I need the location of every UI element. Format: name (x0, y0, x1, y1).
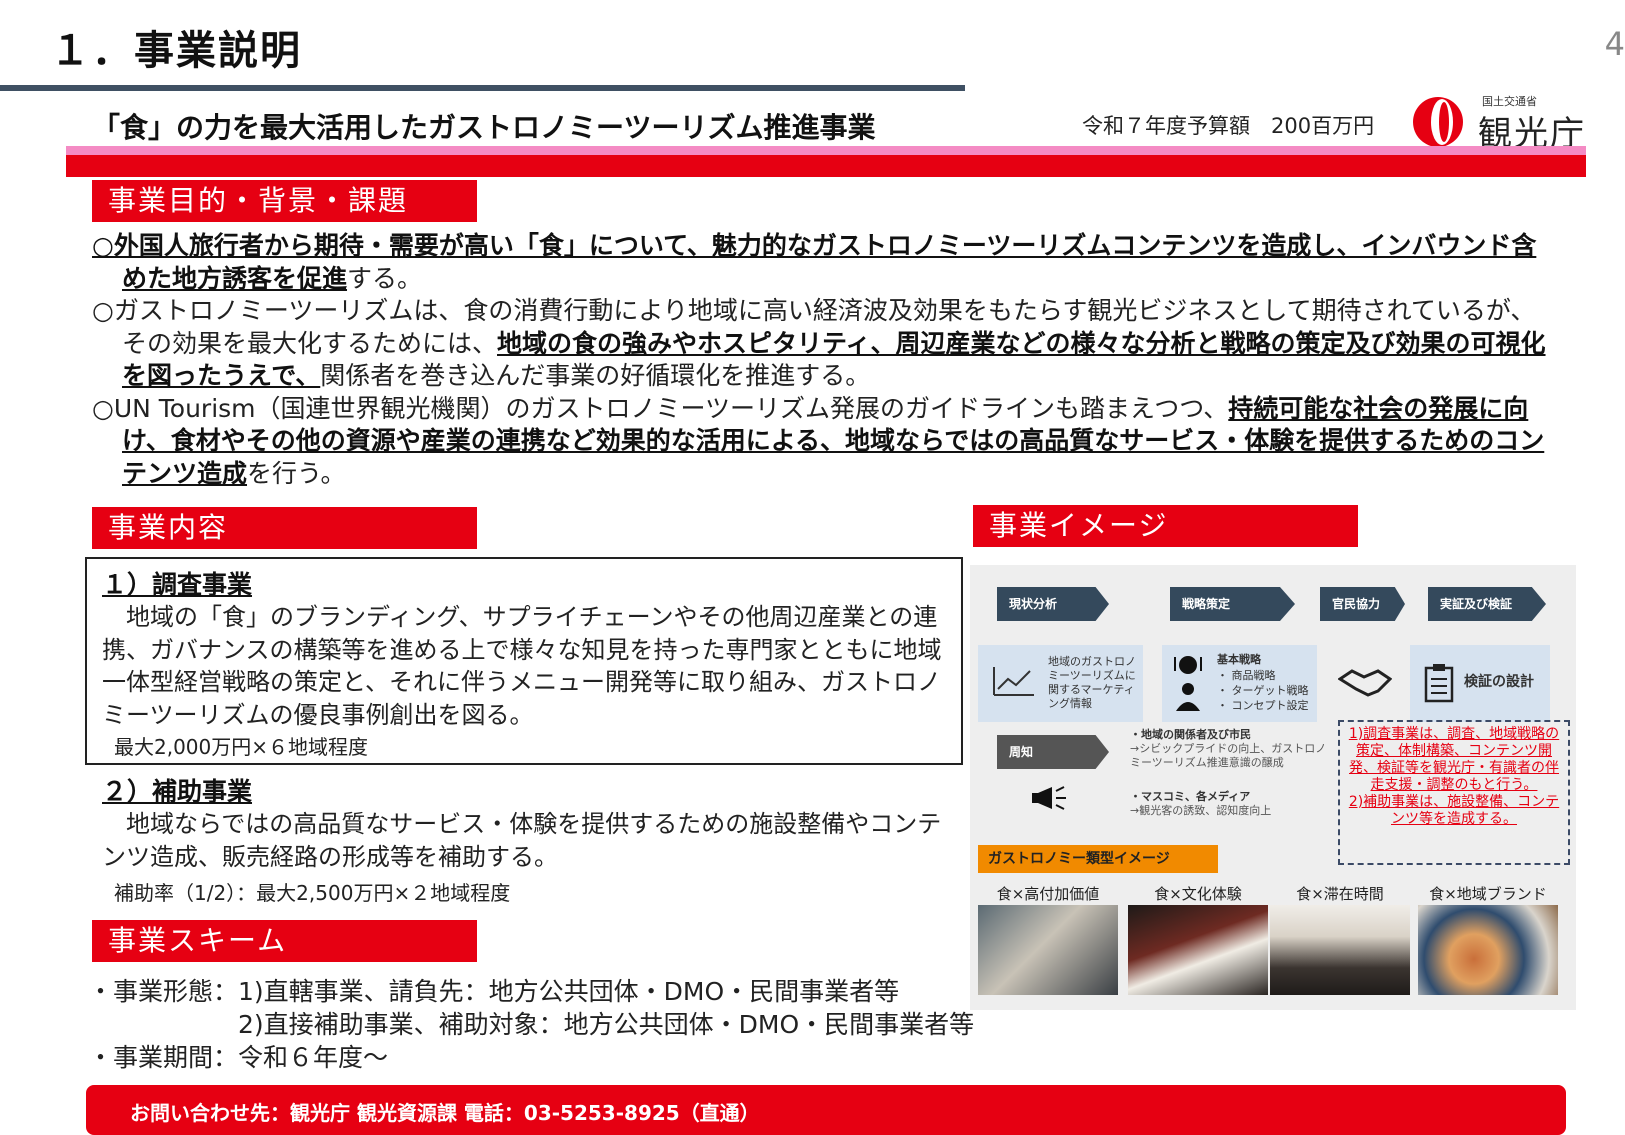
megaphone-icon (1032, 786, 1066, 810)
step-public-private: 官民協力 (1320, 587, 1405, 621)
subsidy-project: ２）補助事業 地域ならではの高品質なサービス・体験を提供するための施設整備やコン… (102, 772, 952, 906)
tile-basic-strategy: 基本戦略 ・ 商品戦略 ・ ターゲット戦略 ・ コンセプト設定 (1162, 645, 1317, 722)
title-band-pink (66, 146, 1586, 155)
tile-strategy-item-1: ・ 商品戦略 (1217, 669, 1276, 682)
purpose-paragraph-1: ○外国人旅行者から期待・需要が高い「食」について、魅力的なガストロノミーツーリズ… (92, 231, 1537, 293)
purpose-paragraph-3: ○UN Tourism（国連世界観光機関）のガストロノミーツーリズム発展のガイド… (92, 393, 1545, 488)
photo-label-brand: 食×地域ブランド (1429, 885, 1547, 903)
dining-person-icon (1174, 656, 1202, 711)
step-verification: 実証及び検証 (1428, 587, 1546, 621)
section-header-scheme: 事業スキーム (92, 920, 477, 962)
photo-label-value: 食×高付加価値 (996, 885, 1100, 903)
survey-project: １）調査事業 地域の「食」のブランディング、サプライチェーンやその他周辺産業との… (102, 565, 952, 760)
japan-tourism-agency-logo-icon (1413, 97, 1463, 147)
section-header-content: 事業内容 (92, 507, 477, 549)
tile-verification-design: 検証の設計 (1410, 645, 1550, 722)
page-number: 4 (1604, 25, 1625, 63)
promo-text-1: ・地域の関係者及び市民 (1130, 728, 1251, 741)
clipboard-icon (1424, 664, 1454, 703)
step-current-analysis: 現状分析 (997, 587, 1109, 621)
promo-text-4: →観光客の誘致、認知度向上 (1130, 804, 1272, 817)
tile-strategy-item-2: ・ ターゲット戦略 (1217, 684, 1309, 697)
project-note-box: 1)調査事業は、調査、地域戦略の策定、体制構築、コンテンツ開発、検証等を観光庁・… (1338, 720, 1570, 865)
photo-label-culture: 食×文化体験 (1154, 885, 1242, 903)
subsidy-project-note: 補助率（1/2）：最大2,500万円×２地域程度 (114, 881, 511, 905)
step-promotion: 周知 (997, 735, 1109, 769)
contact-text: お問い合わせ先：観光庁 観光資源課 電話：03-5253-8925（直通） (130, 1101, 760, 1125)
page-title: １．事業説明 (50, 28, 302, 74)
scheme-line-3: ・事業期間：令和６年度～ (88, 1043, 389, 1072)
subsidy-project-title: ２）補助事業 (102, 777, 253, 806)
subsidy-project-body: 地域ならではの高品質なサービス・体験を提供するための施設整備やコンテンツ造成、販… (102, 810, 942, 871)
tile-marketing-text: 地域のガストロノミーツーリズムに関するマーケティング情報 (1048, 655, 1136, 710)
line-chart-icon (993, 667, 1034, 696)
agency-logo: 国土交通省 観光庁 (1408, 92, 1588, 154)
photo-label-stay: 食×滞在時間 (1296, 885, 1384, 903)
survey-project-title: １）調査事業 (102, 570, 253, 599)
photo-regional-brand-food (1418, 905, 1558, 995)
note-survey: 1)調査事業は、調査、地域戦略の策定、体制構築、コンテンツ開発、検証等を観光庁・… (1348, 726, 1560, 793)
photo-high-value-dining (978, 905, 1118, 995)
scheme-text: ・事業形態：1)直轄事業、請負先：地方公共団体・DMO・民間事業者等 2)直接補… (88, 975, 974, 1074)
heading-rule (0, 85, 965, 91)
title-band-red (66, 155, 1586, 177)
purpose-paragraph-2: ○ガストロノミーツーリズムは、食の消費行動により地域に高い経済波及効果をもたらす… (92, 296, 1546, 390)
project-title: 「食」の力を最大活用したガストロノミーツーリズム推進事業 (92, 111, 876, 144)
tile-basic-strategy-title: 基本戦略 (1217, 653, 1261, 666)
tile-marketing: 地域のガストロノミーツーリズムに関するマーケティング情報 (978, 645, 1143, 722)
tile-strategy-item-3: ・ コンセプト設定 (1217, 699, 1309, 712)
section-header-purpose: 事業目的・背景・課題 (92, 180, 477, 222)
note-subsidy: 2)補助事業は、施設整備、コンテンツ等を造成する。 (1348, 794, 1560, 827)
tile-verification-text: 検証の設計 (1464, 674, 1534, 690)
scheme-line-2: 2)直接補助事業、補助対象：地方公共団体・DMO・民間事業者等 (88, 1010, 975, 1039)
step-strategy: 戦略策定 (1170, 587, 1295, 621)
purpose-text: ○外国人旅行者から期待・需要が高い「食」について、魅力的なガストロノミーツーリズ… (92, 230, 1552, 490)
project-image-panel: 現状分析 戦略策定 官民協力 実証及び検証 地域のガストロノミーツーリズムに関す… (970, 565, 1576, 1010)
section-header-image: 事業イメージ (973, 505, 1358, 547)
survey-project-note: 最大2,000万円×６地域程度 (114, 735, 369, 759)
contact-bar: お問い合わせ先：観光庁 観光資源課 電話：03-5253-8925（直通） (86, 1085, 1566, 1135)
promo-text-3: ・マスコミ、各メディア (1130, 790, 1251, 803)
survey-project-body: 地域の「食」のブランディング、サプライチェーンやその他周辺産業との連携、ガバナン… (102, 603, 942, 729)
photo-stay-time (1270, 905, 1410, 995)
photo-cultural-experience (1128, 905, 1268, 995)
handshake-icon (1338, 669, 1392, 697)
budget-label: 令和７年度予算額 200百万円 (1082, 114, 1375, 138)
promo-text-2: →シビックプライドの向上、ガストロノミーツーリズム推進意識の醸成 (1130, 742, 1327, 769)
scheme-line-1: ・事業形態：1)直轄事業、請負先：地方公共団体・DMO・民間事業者等 (88, 977, 900, 1006)
gastronomy-type-label: ガストロノミー類型イメージ (978, 845, 1218, 873)
